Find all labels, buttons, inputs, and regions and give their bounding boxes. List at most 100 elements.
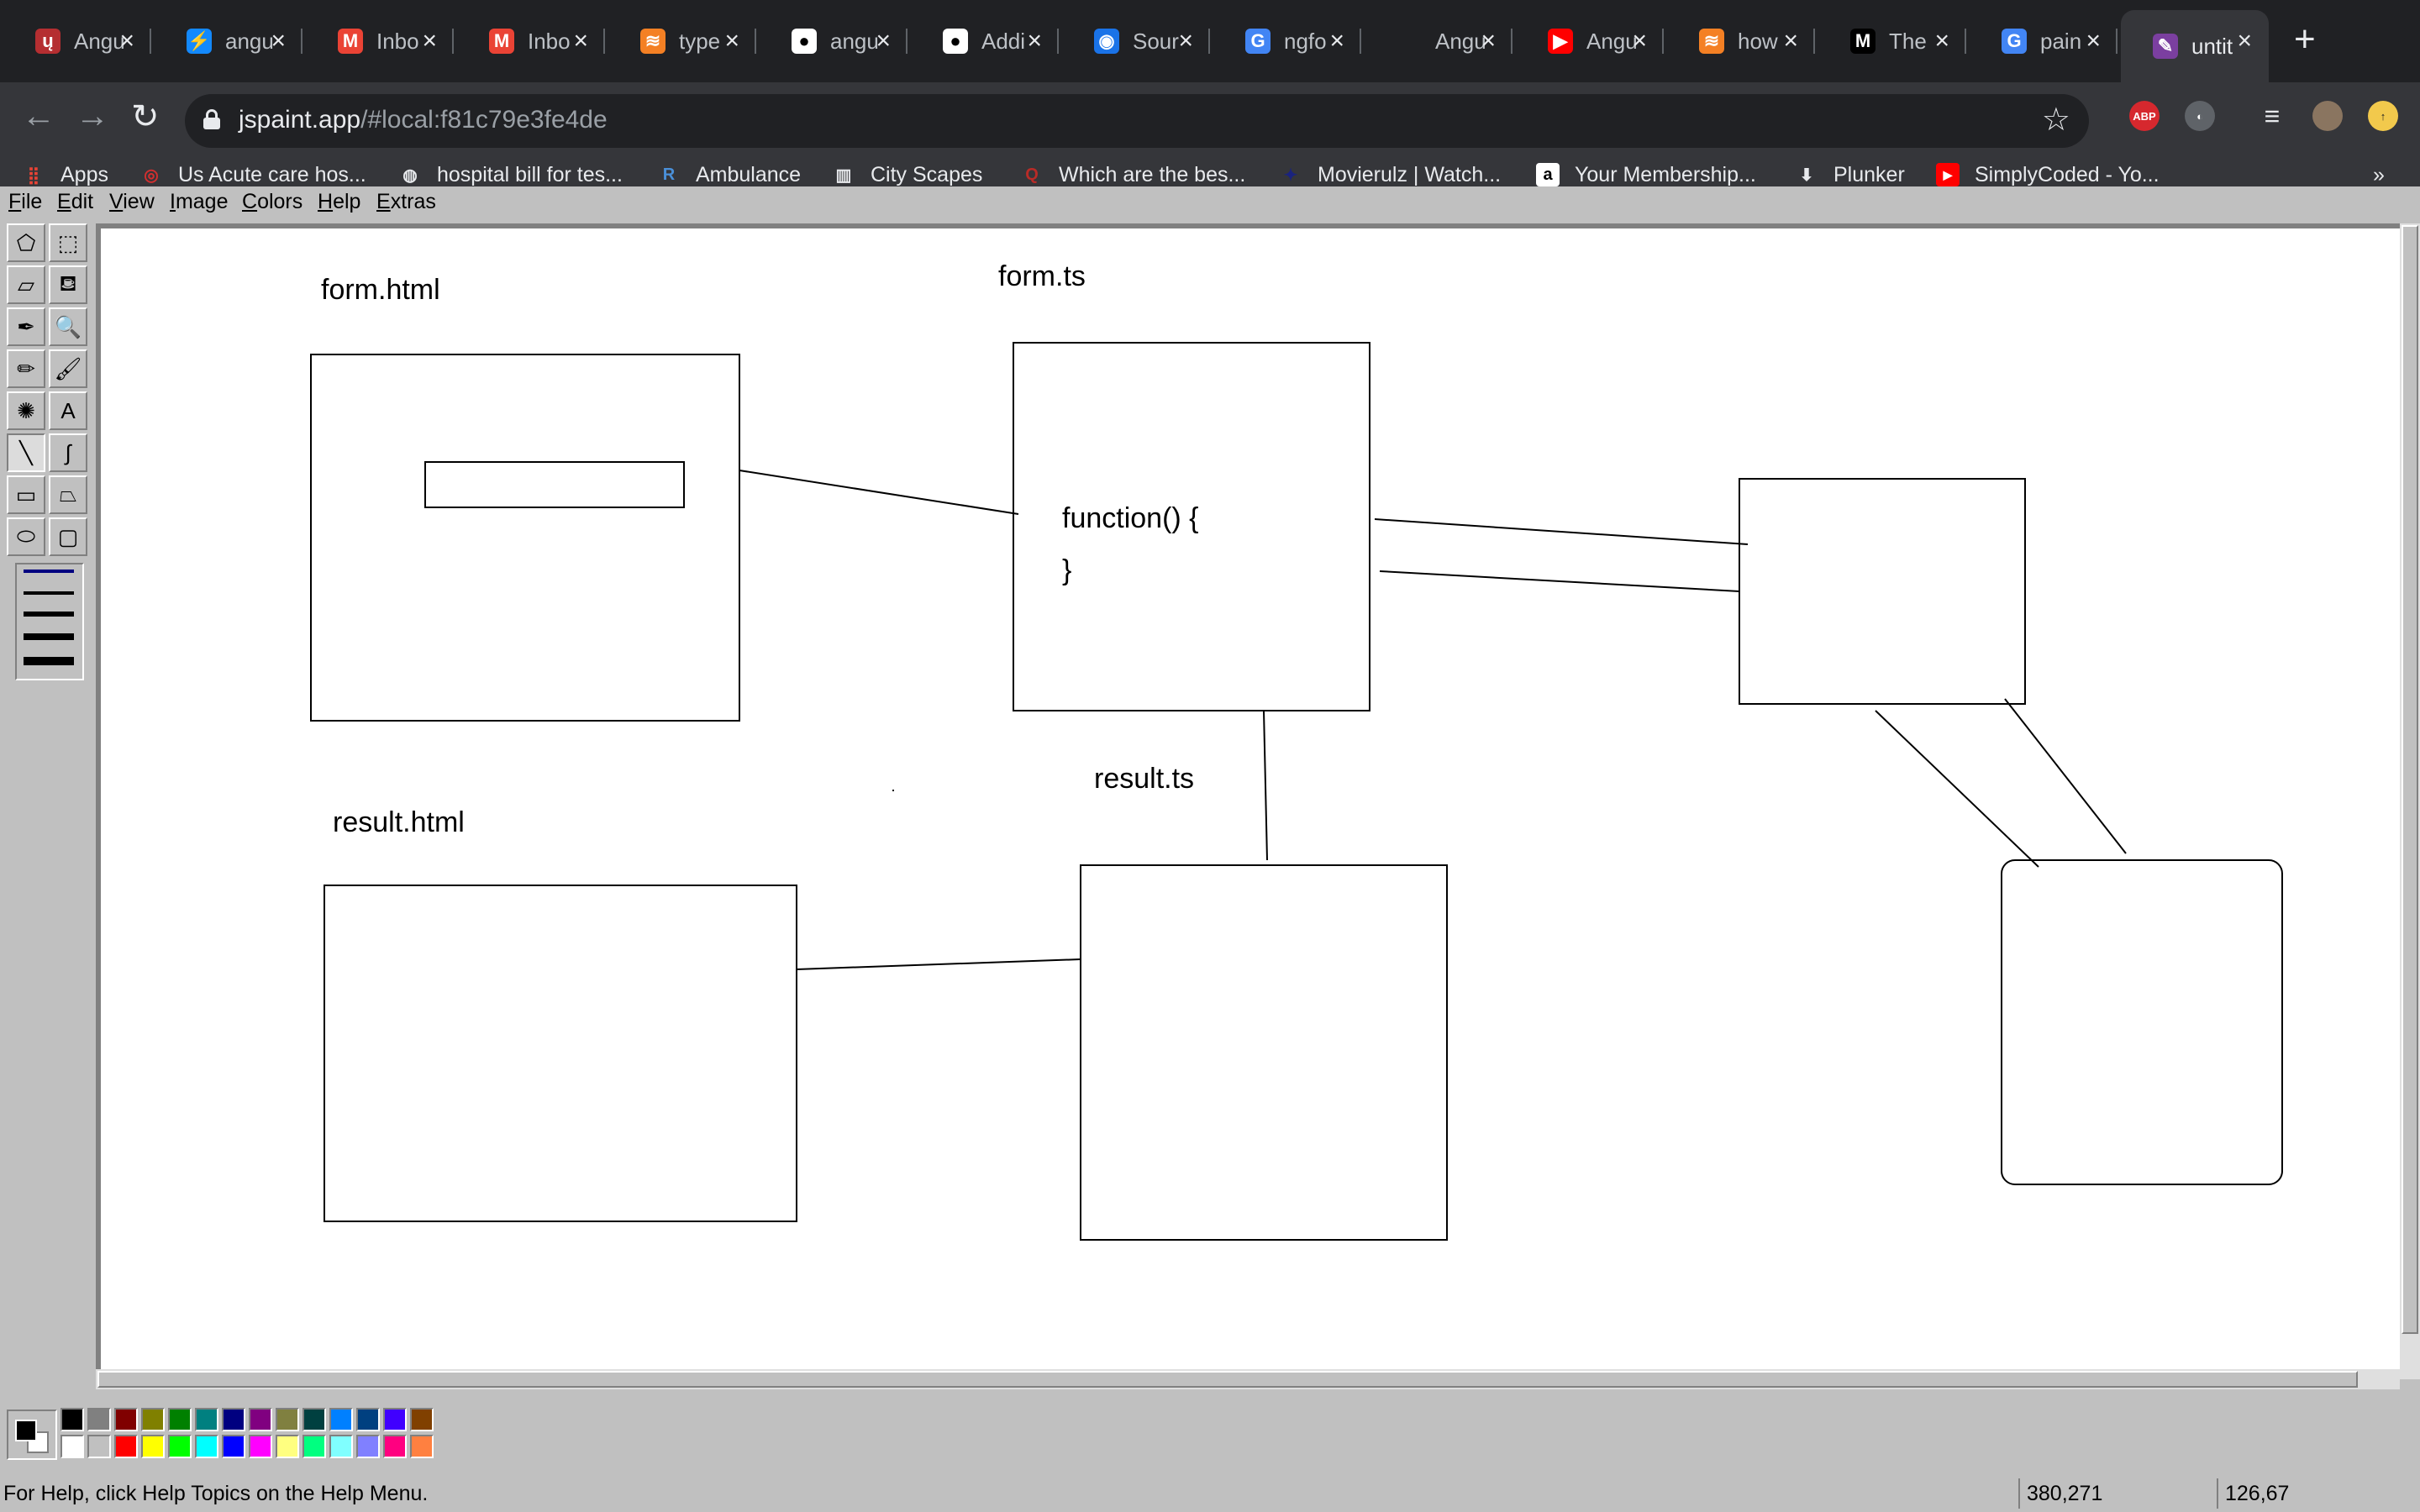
tab-4[interactable]: M Inbo × [457, 13, 605, 69]
horizontal-scrollbar[interactable] [96, 1369, 2400, 1389]
brush-tool[interactable]: 🖌 [49, 349, 87, 388]
color-picker-tool[interactable]: ✒ [7, 307, 45, 346]
color-swatch[interactable] [60, 1408, 84, 1431]
color-swatch[interactable] [87, 1435, 111, 1458]
line-width-2[interactable] [24, 591, 74, 595]
color-swatch[interactable] [383, 1435, 407, 1458]
close-tab-icon[interactable]: × [876, 27, 891, 55]
address-bar[interactable]: jspaint.app/#local:f81c79e3fe4de ☆ [185, 94, 2089, 148]
vertical-scroll-thumb[interactable] [2402, 225, 2418, 1334]
airbrush-tool[interactable]: ✺ [7, 391, 45, 430]
close-tab-icon[interactable]: × [422, 27, 437, 55]
color-swatch[interactable] [249, 1408, 272, 1431]
menu-extras[interactable]: Extras [376, 190, 436, 214]
color-swatch[interactable] [60, 1435, 84, 1458]
eraser-tool[interactable]: ▱ [7, 265, 45, 304]
tab-2[interactable]: ⚡ angu × [155, 13, 302, 69]
close-tab-icon[interactable]: × [2237, 27, 2252, 55]
new-tab-button[interactable]: + [2294, 18, 2316, 60]
close-tab-icon[interactable]: × [1329, 27, 1344, 55]
line-width-selector[interactable] [15, 563, 84, 680]
rect-select-tool[interactable]: ⬚ [49, 223, 87, 262]
tab-5[interactable]: ≋ type × [608, 13, 756, 69]
close-tab-icon[interactable]: × [573, 27, 588, 55]
bookmark-star-icon[interactable]: ☆ [2042, 101, 2070, 139]
close-tab-icon[interactable]: × [1934, 27, 1949, 55]
free-form-select-tool[interactable]: ⬠ [7, 223, 45, 262]
color-swatch[interactable] [114, 1408, 138, 1431]
tab-9[interactable]: Gngfo × [1213, 13, 1361, 69]
tab-11[interactable]: ▶ Angu × [1516, 13, 1664, 69]
line-tool[interactable]: ╲ [7, 433, 45, 472]
menu-view[interactable]: View [109, 190, 155, 214]
line-width-3[interactable] [24, 612, 74, 617]
color-swatch[interactable] [222, 1435, 245, 1458]
line-width-1[interactable] [24, 570, 74, 573]
drawing-canvas[interactable]: form.html form.ts function() { } result.… [101, 228, 2403, 1373]
color-swatch[interactable] [114, 1435, 138, 1458]
text-tool[interactable]: A [49, 391, 87, 430]
color-swatch[interactable] [329, 1408, 353, 1431]
menu-edit[interactable]: Edit [57, 190, 93, 214]
back-button[interactable]: ← [22, 97, 55, 135]
polygon-tool[interactable]: ⏢ [49, 475, 87, 514]
tab-14[interactable]: Gpain × [1970, 13, 2118, 69]
color-swatch[interactable] [329, 1435, 353, 1458]
tab-13[interactable]: M The × [1818, 13, 1966, 69]
color-swatch[interactable] [195, 1408, 218, 1431]
menu-image[interactable]: Image [170, 190, 229, 214]
close-tab-icon[interactable]: × [1783, 27, 1798, 55]
close-tab-icon[interactable]: × [724, 27, 739, 55]
color-swatch[interactable] [222, 1408, 245, 1431]
close-tab-icon[interactable]: × [1178, 27, 1193, 55]
reading-list-icon[interactable]: ≡ [2257, 101, 2287, 131]
tab-15[interactable]: ✎ untit × [2121, 10, 2269, 82]
color-swatch[interactable] [356, 1408, 380, 1431]
update-icon[interactable]: ↑ [2368, 101, 2398, 131]
tab-1[interactable]: ų Angu × [3, 13, 151, 69]
adblock-plus-icon[interactable]: ABP [2129, 101, 2160, 131]
ellipse-tool[interactable]: ⬭ [7, 517, 45, 556]
foreground-color[interactable] [15, 1420, 37, 1441]
color-swatch[interactable] [356, 1435, 380, 1458]
extension-c-icon[interactable]: ◐ [2185, 101, 2215, 131]
reload-button[interactable]: ↻ [131, 97, 160, 136]
horizontal-scroll-thumb[interactable] [97, 1371, 2358, 1388]
color-swatch[interactable] [410, 1435, 434, 1458]
close-tab-icon[interactable]: × [2086, 27, 2101, 55]
url-text[interactable]: jspaint.app/#local:f81c79e3fe4de [239, 106, 608, 134]
close-tab-icon[interactable]: × [1632, 27, 1647, 55]
tab-3[interactable]: M Inbo × [306, 13, 454, 69]
rectangle-tool[interactable]: ▭ [7, 475, 45, 514]
color-swatch[interactable] [302, 1435, 326, 1458]
tab-6[interactable]: ● angu × [760, 13, 908, 69]
line-width-5[interactable] [24, 657, 74, 665]
tab-8[interactable]: ◉ Sour × [1062, 13, 1210, 69]
current-colors-indicator[interactable] [7, 1410, 57, 1460]
profile-avatar-icon[interactable] [2312, 101, 2343, 131]
menu-file[interactable]: File [8, 190, 42, 214]
tab-10[interactable]: Angu × [1365, 13, 1512, 69]
color-swatch[interactable] [87, 1408, 111, 1431]
menu-help[interactable]: Help [318, 190, 360, 214]
magnifier-tool[interactable]: 🔍 [49, 307, 87, 346]
color-swatch[interactable] [410, 1408, 434, 1431]
color-swatch[interactable] [168, 1408, 192, 1431]
color-swatch[interactable] [276, 1435, 299, 1458]
color-swatch[interactable] [141, 1435, 165, 1458]
line-width-4[interactable] [24, 633, 74, 640]
close-tab-icon[interactable]: × [119, 27, 134, 55]
vertical-scrollbar[interactable] [2400, 223, 2420, 1379]
color-swatch[interactable] [276, 1408, 299, 1431]
close-tab-icon[interactable]: × [1481, 27, 1496, 55]
tab-7[interactable]: ● Addi × [911, 13, 1059, 69]
color-swatch[interactable] [383, 1408, 407, 1431]
pencil-tool[interactable]: ✏ [7, 349, 45, 388]
curve-tool[interactable]: ∫ [49, 433, 87, 472]
menu-colors[interactable]: Colors [242, 190, 302, 214]
close-tab-icon[interactable]: × [1027, 27, 1042, 55]
color-swatch[interactable] [302, 1408, 326, 1431]
forward-button[interactable]: → [76, 97, 109, 135]
fill-tool[interactable]: ⛾ [49, 265, 87, 304]
color-swatch[interactable] [249, 1435, 272, 1458]
